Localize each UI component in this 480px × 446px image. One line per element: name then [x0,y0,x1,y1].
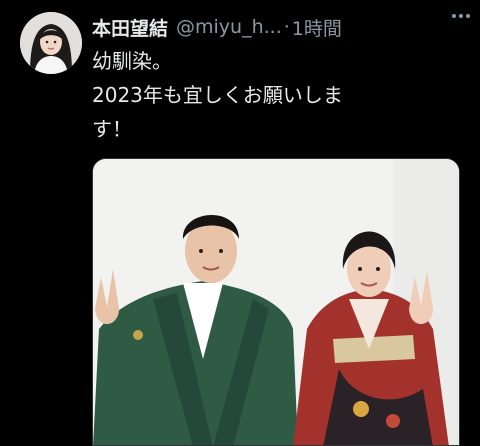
tweet-time[interactable]: 1時間 [292,14,342,41]
photo-image [93,159,459,445]
author-handle[interactable]: @miyu_h... [176,16,282,38]
avatar-image [20,12,82,74]
avatar[interactable] [20,12,82,74]
author-name[interactable]: 本田望結 [92,14,168,41]
attached-photo[interactable] [92,158,460,446]
tweet-text-line: 幼馴染。 [92,49,172,73]
tweet-text-line: 2023年も宜しくお願いしま [92,83,343,107]
tweet-text-line: す！ [92,117,132,141]
separator: · [283,16,290,38]
more-options-icon[interactable] [452,14,470,18]
tweet-text: 幼馴染。 2023年も宜しくお願いしま す！ [92,44,450,146]
tweet-header: 本田望結 @miyu_h... · 1時間 [92,10,470,44]
